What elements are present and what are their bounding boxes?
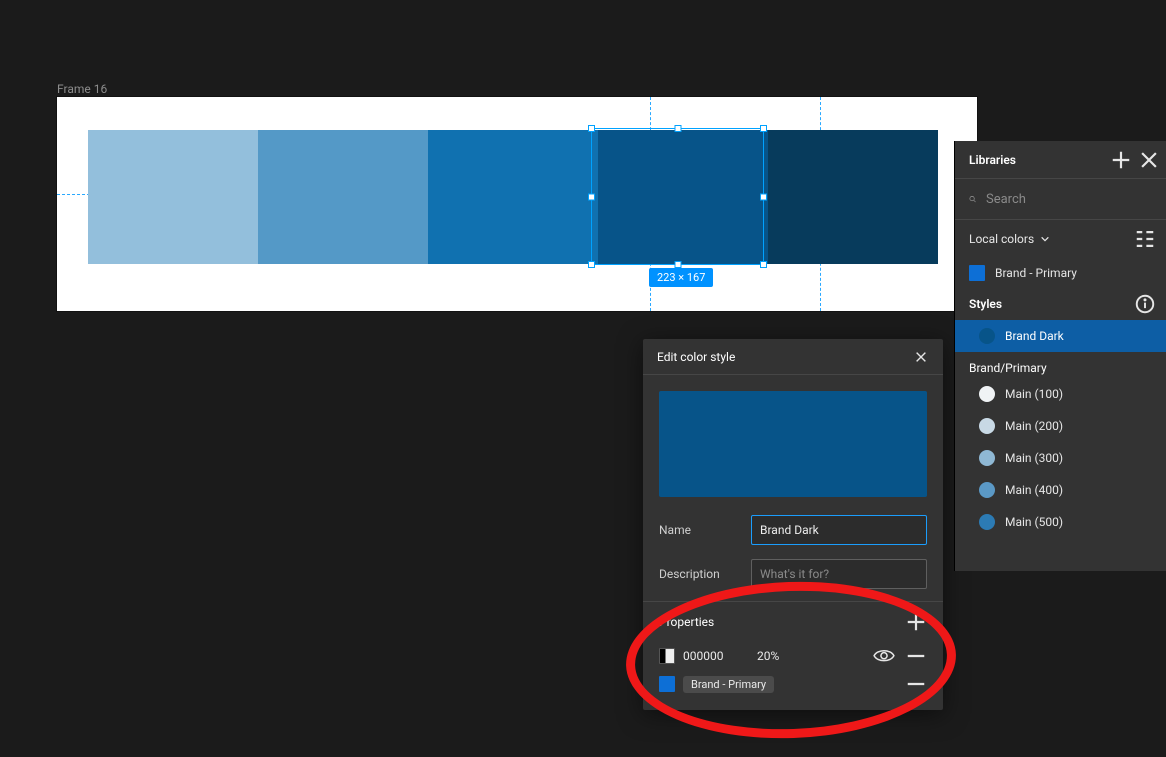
libraries-title: Libraries (969, 153, 1016, 167)
minus-icon (905, 645, 927, 667)
name-input[interactable] (751, 515, 927, 545)
style-item[interactable]: Main (100) (955, 378, 1166, 410)
color-chip[interactable] (659, 648, 675, 664)
fill-style-name[interactable]: Brand - Primary (683, 676, 774, 693)
style-color-dot (979, 328, 995, 344)
local-colors-row[interactable]: Local colors (955, 220, 1166, 258)
list-view-button[interactable] (1134, 228, 1156, 250)
style-group-heading[interactable]: Brand/Primary (955, 352, 1166, 378)
color-chip (969, 265, 985, 281)
chevron-down-icon (1040, 234, 1050, 244)
color-swatch[interactable] (258, 130, 428, 264)
search-row (955, 179, 1166, 219)
search-icon (969, 192, 976, 206)
plus-icon (905, 611, 927, 633)
search-input[interactable] (986, 192, 1152, 207)
info-icon (1134, 293, 1156, 315)
style-item-label: Main (400) (1005, 483, 1063, 497)
style-color-dot (979, 514, 995, 530)
property-row-overlay[interactable]: 000000 20% (659, 642, 927, 670)
remove-property-button[interactable] (905, 673, 927, 695)
style-item-selected[interactable]: Brand Dark (955, 320, 1166, 352)
styles-heading-row: Styles (955, 288, 1166, 320)
style-item-label: Main (100) (1005, 387, 1063, 401)
edit-color-style-panel: Edit color style Name Description Proper… (643, 339, 943, 710)
style-color-dot (979, 450, 995, 466)
color-swatch[interactable] (428, 130, 598, 264)
close-libraries-button[interactable] (1138, 149, 1160, 171)
add-property-button[interactable] (905, 611, 927, 633)
toggle-visibility-button[interactable] (873, 645, 895, 667)
styles-heading: Styles (969, 297, 1002, 311)
selection-dimensions-badge: 223 × 167 (649, 268, 713, 287)
style-item-label: Main (300) (1005, 451, 1063, 465)
panel-header: Edit color style (643, 339, 943, 375)
color-swatch-row (88, 130, 938, 264)
properties-heading: Properties (659, 615, 714, 629)
style-item[interactable]: Main (300) (955, 442, 1166, 474)
libraries-panel: Libraries Local colors Brand - Primary S… (955, 141, 1166, 571)
plus-icon (1110, 149, 1132, 171)
style-item[interactable]: Main (400) (955, 474, 1166, 506)
color-swatch[interactable] (768, 130, 938, 264)
canvas-frame[interactable] (57, 97, 977, 311)
style-item-label: Main (200) (1005, 419, 1063, 433)
frame-label: Frame 16 (57, 82, 107, 96)
description-label: Description (659, 567, 751, 581)
library-style-label: Brand - Primary (995, 266, 1077, 280)
style-item[interactable]: Main (500) (955, 506, 1166, 538)
color-preview[interactable] (659, 391, 927, 497)
styles-info-button[interactable] (1134, 293, 1156, 315)
style-item[interactable]: Main (200) (955, 410, 1166, 442)
description-input[interactable] (751, 559, 927, 589)
minus-icon (905, 673, 927, 695)
eye-icon (873, 648, 895, 663)
close-button[interactable] (913, 349, 929, 365)
libraries-header: Libraries (955, 141, 1166, 179)
properties-section: Properties 000000 20% Brand - Primary (643, 601, 943, 710)
list-icon (1134, 228, 1156, 250)
name-label: Name (659, 523, 751, 537)
local-colors-label: Local colors (969, 232, 1034, 246)
style-item-label: Main (500) (1005, 515, 1063, 529)
panel-title: Edit color style (657, 350, 735, 364)
color-swatch[interactable] (88, 130, 258, 264)
description-field-row: Description (643, 555, 943, 593)
name-field-row: Name (643, 511, 943, 549)
style-color-dot (979, 418, 995, 434)
color-chip[interactable] (659, 676, 675, 692)
remove-property-button[interactable] (905, 645, 927, 667)
close-icon (1138, 149, 1160, 171)
style-color-dot (979, 386, 995, 402)
style-item-label: Brand Dark (1005, 329, 1064, 343)
close-icon (914, 350, 928, 364)
library-style-item[interactable]: Brand - Primary (955, 258, 1166, 288)
opacity-value[interactable]: 20% (757, 649, 807, 663)
add-library-button[interactable] (1110, 149, 1132, 171)
property-row-fill[interactable]: Brand - Primary (659, 670, 927, 698)
style-color-dot (979, 482, 995, 498)
hex-value[interactable]: 000000 (683, 649, 749, 663)
color-swatch[interactable] (598, 130, 768, 264)
